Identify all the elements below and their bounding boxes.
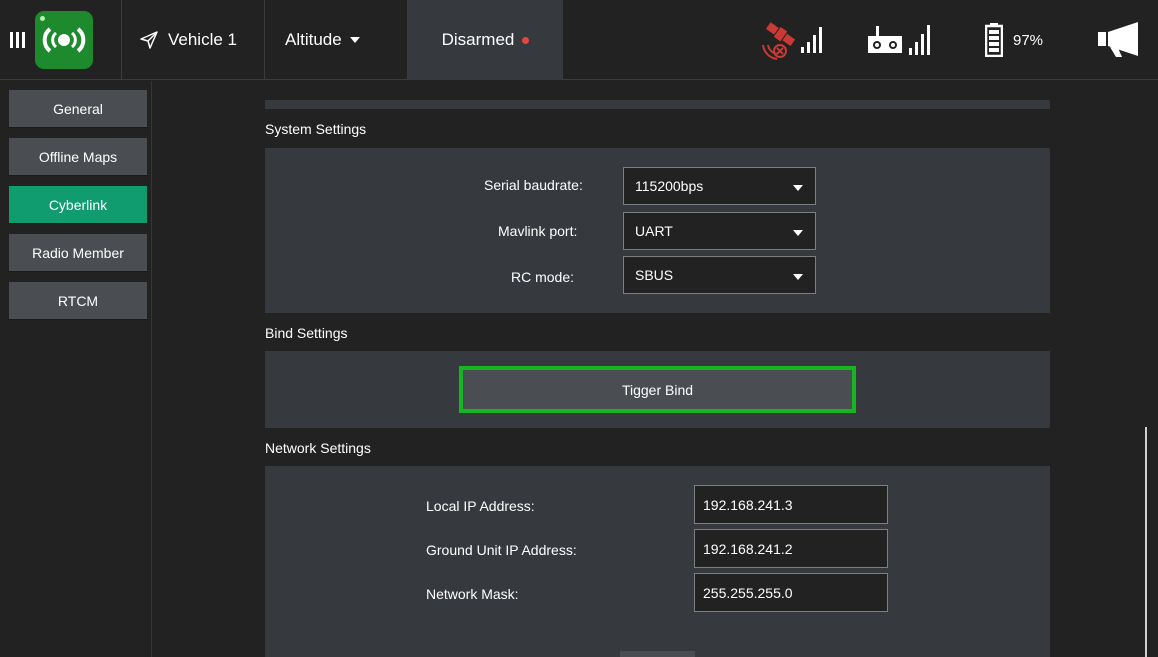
gps-satellite-icon xyxy=(762,22,796,60)
rc-mode-combo[interactable]: SBUS xyxy=(623,256,816,294)
arm-status-label: Disarmed xyxy=(441,30,515,49)
mavlink-port-label: Mavlink port: xyxy=(498,223,578,239)
battery-icon xyxy=(985,23,1003,57)
nav-item-radio-member[interactable]: Radio Member xyxy=(9,234,147,271)
rc-indicator[interactable] xyxy=(867,0,933,80)
nav-item-offline-maps[interactable]: Offline Maps xyxy=(9,138,147,175)
local-ip-field[interactable]: 192.168.241.3 xyxy=(694,485,888,524)
system-settings-title: System Settings xyxy=(265,121,367,137)
apply-button[interactable] xyxy=(620,651,695,657)
app-logo-icon[interactable] xyxy=(35,11,93,69)
chevron-down-icon xyxy=(793,274,803,280)
chevron-down-icon xyxy=(349,37,360,43)
menu-icon[interactable] xyxy=(10,0,26,80)
signal-bars-icon xyxy=(909,25,930,55)
flight-mode-selector[interactable]: Altitude xyxy=(285,0,360,80)
mavlink-port-combo[interactable]: UART xyxy=(623,212,816,250)
previous-section-panel xyxy=(265,100,1050,109)
serial-baudrate-value: 115200bps xyxy=(635,178,704,194)
network-mask-label: Network Mask: xyxy=(426,586,519,602)
settings-content: System Settings Serial baudrate: 115200b… xyxy=(153,81,1158,657)
local-ip-label: Local IP Address: xyxy=(426,498,535,514)
ground-ip-field[interactable]: 192.168.241.2 xyxy=(694,529,888,568)
nav-item-rtcm[interactable]: RTCM xyxy=(9,282,147,319)
megaphone-icon xyxy=(1098,22,1138,57)
arm-status-indicator[interactable]: Disarmed xyxy=(408,0,563,80)
rc-mode-label: RC mode: xyxy=(511,269,575,285)
battery-percent: 97% xyxy=(1013,31,1044,49)
gps-indicator[interactable] xyxy=(759,0,825,80)
settings-nav: General Offline Maps Cyberlink Radio Mem… xyxy=(0,81,152,657)
vehicle-selector[interactable]: Vehicle 1 xyxy=(140,0,237,80)
network-settings-title: Network Settings xyxy=(265,440,371,456)
nav-item-general[interactable]: General xyxy=(9,90,147,127)
battery-indicator[interactable]: 97% xyxy=(985,0,1043,80)
nav-item-cyberlink[interactable]: Cyberlink xyxy=(9,186,147,223)
system-settings-panel: Serial baudrate: 115200bps Mavlink port:… xyxy=(265,148,1050,313)
rc-mode-value: SBUS xyxy=(635,267,674,283)
top-toolbar: Vehicle 1 Altitude Disarmed 97% xyxy=(0,0,1158,80)
serial-baudrate-label: Serial baudrate: xyxy=(484,177,583,193)
ground-ip-label: Ground Unit IP Address: xyxy=(426,542,577,558)
vehicle-label: Vehicle 1 xyxy=(168,30,237,49)
trigger-bind-button[interactable]: Tigger Bind xyxy=(459,366,856,413)
bind-settings-title: Bind Settings xyxy=(265,325,348,341)
network-mask-field[interactable]: 255.255.255.0 xyxy=(694,573,888,612)
signal-bars-icon xyxy=(801,27,822,53)
serial-baudrate-combo[interactable]: 115200bps xyxy=(623,167,816,205)
paper-plane-icon xyxy=(140,31,158,49)
network-settings-panel: Local IP Address: 192.168.241.3 Ground U… xyxy=(265,466,1050,657)
chevron-down-icon xyxy=(793,185,803,191)
flight-mode-label: Altitude xyxy=(285,30,342,49)
chevron-down-icon xyxy=(793,230,803,236)
armed-status-dot xyxy=(522,36,530,44)
messages-button[interactable] xyxy=(1098,0,1142,80)
scrollbar[interactable] xyxy=(1145,427,1147,657)
mavlink-port-value: UART xyxy=(635,223,673,239)
rc-transmitter-icon xyxy=(868,26,902,53)
